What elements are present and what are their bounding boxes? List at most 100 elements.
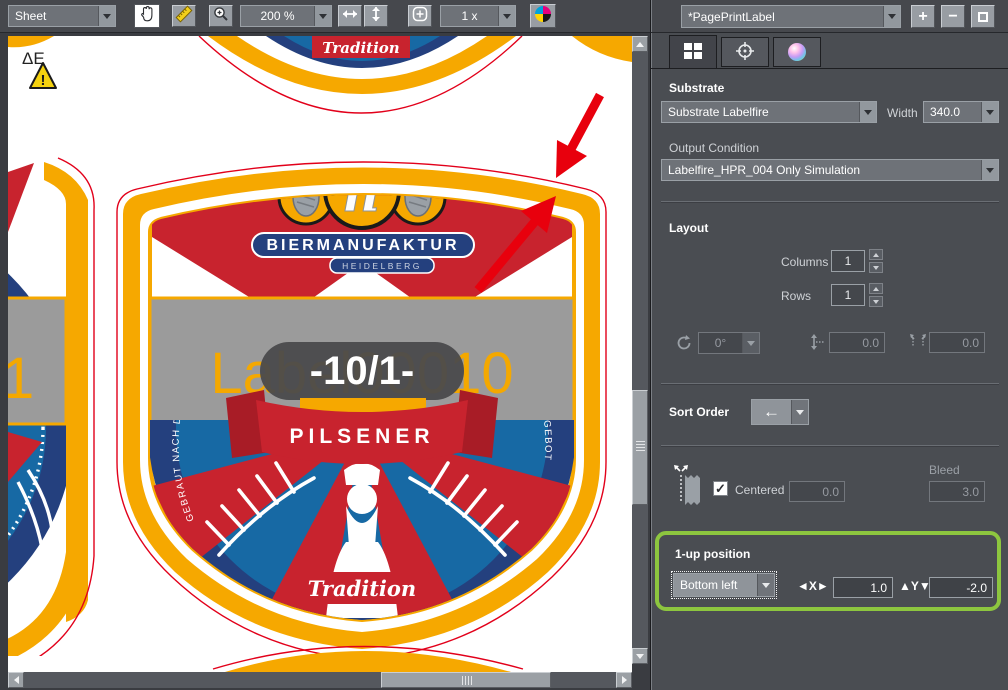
partial-label-number: 1 bbox=[8, 346, 34, 411]
minus-icon: − bbox=[948, 8, 957, 26]
substrate-value: Substrate Labelfire bbox=[662, 102, 859, 122]
fit-height-button[interactable] bbox=[364, 5, 388, 27]
scroll-left-button[interactable] bbox=[8, 672, 24, 688]
rotation-select[interactable]: 0° bbox=[698, 332, 760, 354]
view-mode-value: Sheet bbox=[9, 6, 98, 26]
remove-preset-button[interactable]: − bbox=[941, 5, 965, 28]
plus-icon: + bbox=[918, 8, 927, 26]
main-toolbar: Sheet 200 % 1 x bbox=[0, 0, 650, 33]
brand-banner-text: BIERMANUFAKTUR bbox=[266, 237, 459, 254]
tab-registration[interactable] bbox=[721, 37, 769, 67]
x-offset-input[interactable]: 1.0 bbox=[833, 577, 893, 598]
anchor-select[interactable]: Bottom left bbox=[673, 573, 775, 597]
horizontal-scrollbar[interactable] bbox=[8, 672, 632, 688]
scale-factor-select[interactable]: 1 x bbox=[440, 5, 516, 27]
add-preset-button[interactable]: + bbox=[911, 5, 935, 28]
chevron-down-icon[interactable] bbox=[981, 160, 998, 180]
sort-direction-arrow: ← bbox=[752, 400, 791, 424]
anchor-value: Bottom left bbox=[674, 574, 757, 596]
tab-layout[interactable] bbox=[669, 35, 717, 68]
horizontal-scroll-thumb[interactable] bbox=[381, 672, 551, 688]
chevron-down-icon[interactable] bbox=[757, 574, 774, 596]
chevron-down-icon[interactable] bbox=[498, 6, 515, 26]
maximize-panel-button[interactable] bbox=[971, 5, 995, 28]
hand-icon bbox=[139, 5, 155, 28]
chevron-down-icon[interactable] bbox=[981, 102, 998, 122]
output-condition-select[interactable]: Labelfire_HPR_004 Only Simulation bbox=[661, 159, 999, 181]
horizontal-gap-input[interactable]: 0.0 bbox=[929, 332, 985, 353]
grid-icon bbox=[683, 42, 703, 63]
scroll-up-button[interactable] bbox=[632, 36, 648, 52]
tab-color[interactable] bbox=[773, 37, 821, 67]
chevron-down-icon[interactable] bbox=[883, 6, 900, 27]
rows-input[interactable]: 1 bbox=[831, 284, 865, 306]
zoom-level-select[interactable]: 200 % bbox=[240, 5, 332, 27]
city-banner-text: HEIDELBERG bbox=[342, 261, 422, 271]
partial-label-bottom bbox=[213, 647, 523, 673]
marquee-zoom-button[interactable] bbox=[408, 5, 432, 27]
pan-tool-button[interactable] bbox=[134, 4, 160, 28]
chevron-down-icon[interactable] bbox=[314, 6, 331, 26]
one-up-position-highlight: 1-up position Bottom left ◄X► 1.0 ▲Y▼ -2… bbox=[655, 531, 1001, 611]
horizontal-arrows-icon bbox=[342, 7, 358, 25]
substrate-align-icon bbox=[673, 463, 703, 508]
ruler-icon bbox=[175, 5, 193, 28]
sort-order-label: Sort Order bbox=[669, 405, 729, 419]
scale-factor-value: 1 x bbox=[441, 6, 498, 26]
scroll-right-button[interactable] bbox=[616, 672, 632, 688]
sheet-canvas-area: Tradition 1 bbox=[0, 33, 650, 690]
product-banner-text: PILSENER bbox=[289, 425, 434, 448]
separations-button[interactable] bbox=[530, 4, 556, 28]
zoom-level-value: 200 % bbox=[241, 6, 314, 26]
substrate-heading: Substrate bbox=[669, 81, 724, 95]
centered-checkbox[interactable]: ✓ bbox=[713, 481, 728, 496]
cmyk-colors-icon bbox=[534, 5, 552, 28]
sheet-canvas[interactable]: Tradition 1 bbox=[8, 36, 632, 672]
vertical-gap-icon bbox=[809, 333, 825, 354]
vertical-arrows-icon bbox=[370, 6, 382, 27]
output-condition-label: Output Condition bbox=[669, 141, 759, 155]
y-offset-label: ▲Y▼ bbox=[899, 579, 931, 593]
layout-heading: Layout bbox=[669, 221, 708, 235]
preset-select[interactable]: *PagePrintLabel bbox=[681, 5, 901, 28]
svg-text:!: ! bbox=[41, 72, 46, 89]
substrate-select[interactable]: Substrate Labelfire bbox=[661, 101, 877, 123]
centered-label: Centered bbox=[735, 483, 784, 497]
view-mode-select[interactable]: Sheet bbox=[8, 5, 116, 27]
substrate-width-value: 340.0 bbox=[924, 102, 981, 122]
scroll-down-button[interactable] bbox=[632, 648, 648, 664]
output-condition-value: Labelfire_HPR_004 Only Simulation bbox=[662, 160, 981, 180]
horizontal-gap-icon bbox=[909, 333, 927, 352]
settings-panel: Substrate Substrate Labelfire Width 340.… bbox=[650, 33, 1008, 690]
substrate-width-select[interactable]: 340.0 bbox=[923, 101, 999, 123]
vertical-scrollbar[interactable] bbox=[632, 36, 648, 664]
columns-label: Columns bbox=[781, 255, 828, 269]
spin-down-button[interactable] bbox=[869, 262, 883, 273]
crosshair-icon bbox=[735, 41, 755, 64]
spin-up-button[interactable] bbox=[869, 249, 883, 260]
magnifier-plus-icon bbox=[213, 6, 229, 27]
delta-e-indicator[interactable]: ΔE ! bbox=[22, 49, 56, 89]
bleed-input[interactable]: 3.0 bbox=[929, 481, 985, 502]
preset-toolbar: *PagePrintLabel + − bbox=[650, 0, 1008, 33]
zoom-region-icon bbox=[412, 6, 428, 27]
columns-input[interactable]: 1 bbox=[831, 250, 865, 272]
vertical-scroll-thumb[interactable] bbox=[632, 390, 648, 505]
spin-down-button[interactable] bbox=[869, 296, 883, 307]
zoom-tool-button[interactable] bbox=[209, 5, 233, 27]
one-up-heading: 1-up position bbox=[675, 547, 750, 561]
vertical-gap-input[interactable]: 0.0 bbox=[829, 332, 885, 353]
top-banner-text: Tradition bbox=[322, 39, 399, 57]
chevron-down-icon[interactable] bbox=[859, 102, 876, 122]
sort-order-select[interactable]: ← bbox=[751, 399, 809, 425]
centered-offset-input[interactable]: 0.0 bbox=[789, 481, 845, 502]
partial-label-left: 1 bbox=[8, 158, 94, 672]
measure-tool-button[interactable] bbox=[172, 5, 196, 27]
triangle-right-icon bbox=[622, 676, 627, 684]
spin-up-button[interactable] bbox=[869, 283, 883, 294]
chevron-down-icon[interactable] bbox=[791, 400, 808, 424]
y-offset-input[interactable]: -2.0 bbox=[929, 577, 993, 598]
fit-width-button[interactable] bbox=[338, 5, 362, 27]
chevron-down-icon[interactable] bbox=[98, 6, 115, 26]
bleed-label: Bleed bbox=[929, 463, 960, 477]
